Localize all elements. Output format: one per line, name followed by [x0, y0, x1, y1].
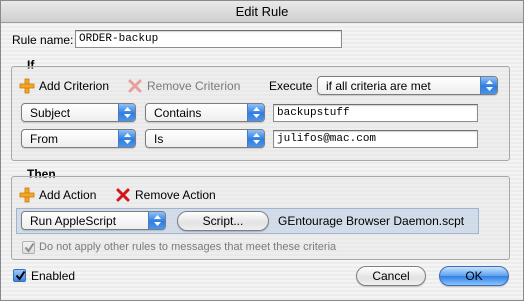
- ok-button[interactable]: OK: [439, 266, 509, 286]
- remove-icon: [127, 78, 143, 94]
- criterion-operator-value: Is: [154, 132, 164, 146]
- criterion-field-popup[interactable]: Subject: [21, 103, 136, 122]
- criterion-field-value: From: [30, 132, 58, 146]
- execute-popup-value: if all criteria are met: [326, 79, 431, 93]
- checkmark-icon: [24, 242, 35, 253]
- add-criterion-label: Add Criterion: [39, 79, 110, 93]
- add-action-label: Add Action: [39, 188, 97, 202]
- window-title: Edit Rule: [1, 1, 523, 23]
- script-name: GEntourage Browser Daemon.scpt: [278, 214, 465, 228]
- popup-arrows-icon: [148, 212, 165, 229]
- popup-arrows-icon: [118, 130, 135, 147]
- popup-arrows-icon: [247, 104, 264, 121]
- popup-arrows-icon: [118, 104, 135, 121]
- popup-arrows-icon: [247, 130, 264, 147]
- action-type-popup[interactable]: Run AppleScript: [21, 211, 166, 230]
- edit-rule-window: Edit Rule Rule name: ORDER-backup If Add…: [0, 0, 524, 301]
- criterion-operator-popup[interactable]: Is: [145, 129, 265, 148]
- cancel-button[interactable]: Cancel: [356, 266, 426, 286]
- remove-action-label: Remove Action: [135, 188, 216, 202]
- remove-criterion-button[interactable]: Remove Criterion: [127, 77, 240, 95]
- no-other-rules-checkbox[interactable]: [22, 241, 35, 254]
- add-action-button[interactable]: Add Action: [19, 186, 96, 204]
- criterion-value-input[interactable]: julifos@mac.com: [273, 130, 478, 148]
- execute-popup[interactable]: if all criteria are met: [317, 76, 498, 95]
- add-criterion-button[interactable]: Add Criterion: [19, 77, 109, 95]
- enabled-label: Enabled: [31, 269, 76, 283]
- no-other-rules-label: Do not apply other rules to messages tha…: [39, 241, 337, 253]
- remove-icon: [115, 187, 131, 203]
- criterion-field-value: Subject: [30, 106, 71, 120]
- remove-action-button[interactable]: Remove Action: [115, 186, 216, 204]
- rule-name-label: Rule name:: [12, 33, 74, 47]
- criterion-field-popup[interactable]: From: [21, 129, 136, 148]
- execute-label: Execute: [269, 79, 313, 93]
- rule-name-input[interactable]: ORDER-backup: [75, 30, 342, 48]
- criterion-operator-popup[interactable]: Contains: [145, 103, 265, 122]
- enabled-checkbox[interactable]: [13, 269, 26, 282]
- action-type-value: Run AppleScript: [30, 214, 117, 228]
- add-icon: [19, 78, 35, 94]
- criterion-value-input[interactable]: backupstuff: [273, 104, 478, 122]
- criterion-operator-value: Contains: [154, 106, 202, 120]
- remove-criterion-label: Remove Criterion: [147, 79, 241, 93]
- popup-arrows-icon: [480, 77, 497, 94]
- checkmark-icon: [15, 270, 26, 281]
- script-button[interactable]: Script...: [177, 211, 269, 231]
- add-icon: [19, 187, 35, 203]
